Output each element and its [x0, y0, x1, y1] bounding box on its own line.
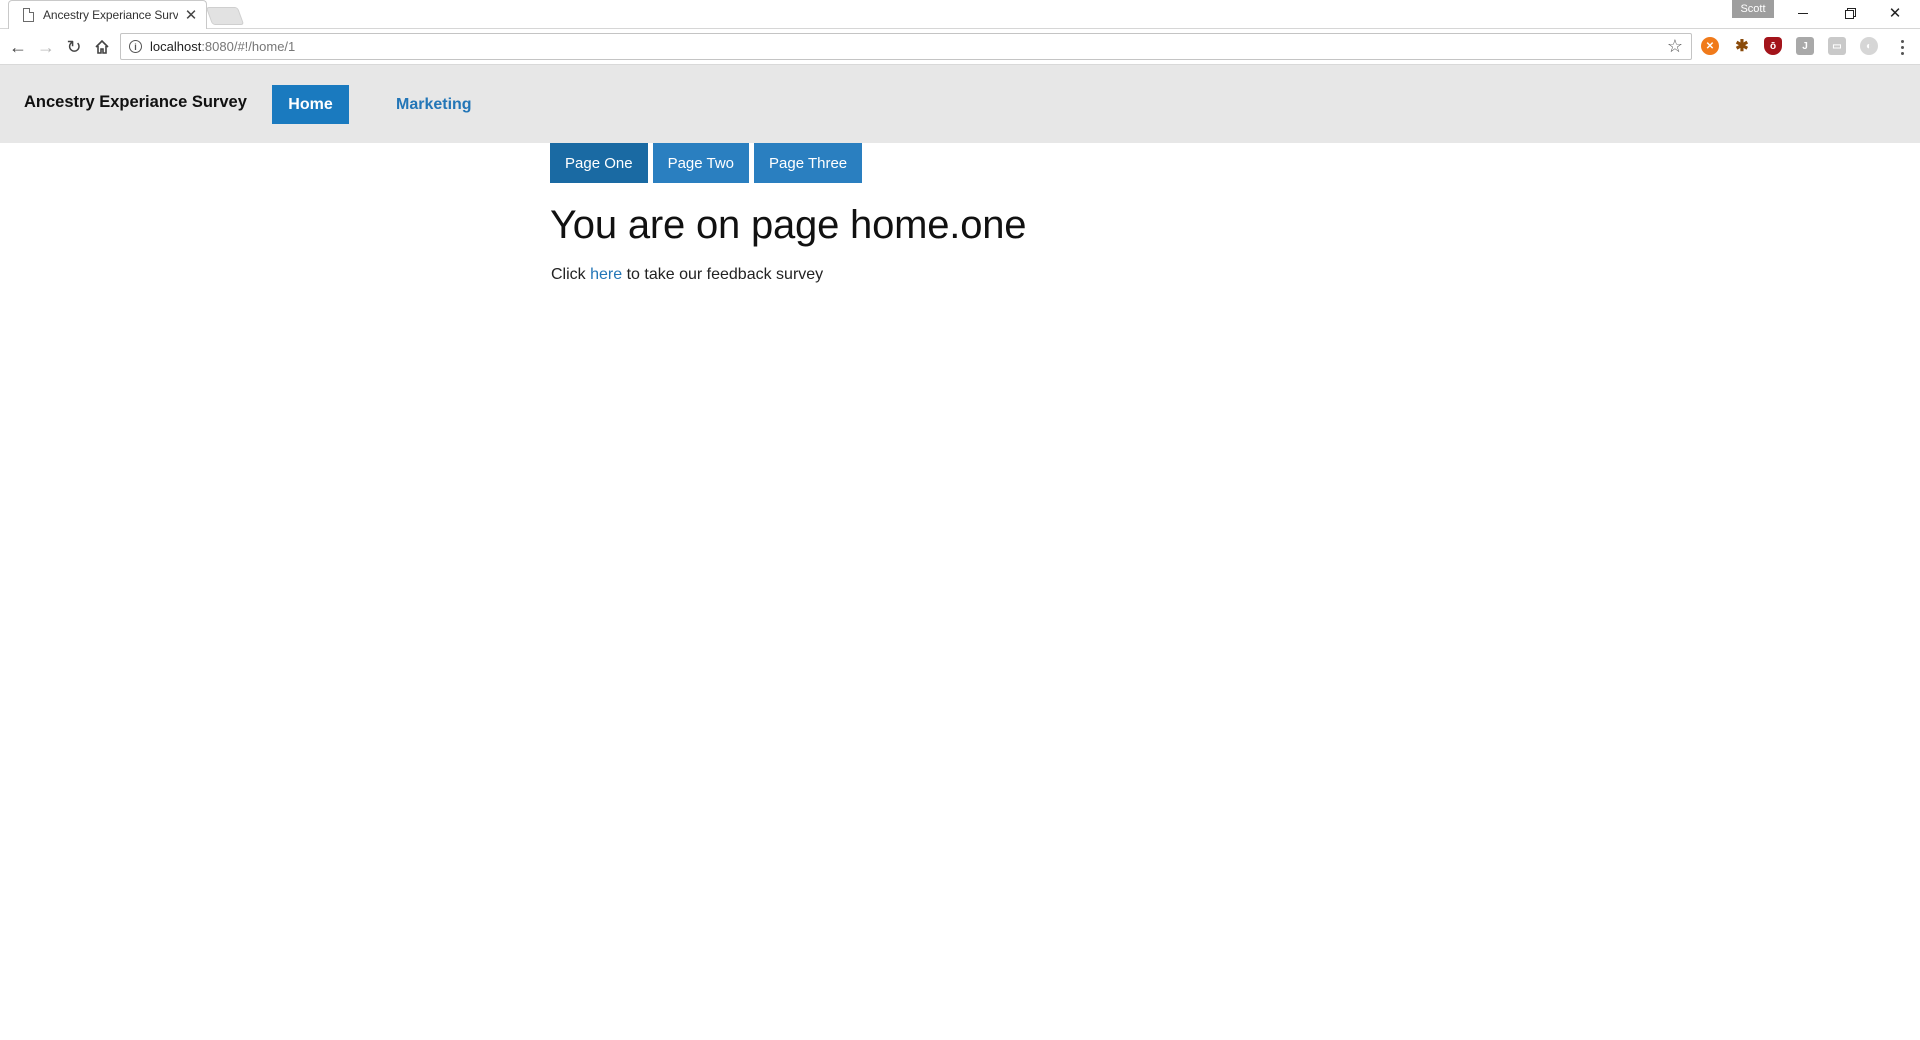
- arrow-right-icon: →: [37, 37, 55, 57]
- browser-toolbar: ← → ↻ i localhost:8080/#!/home/1 ☆: [0, 29, 1920, 65]
- minimize-icon: [1798, 12, 1808, 14]
- extension-orange-icon[interactable]: ✕: [1701, 37, 1719, 55]
- info-icon[interactable]: i: [129, 40, 142, 53]
- new-tab-button[interactable]: [205, 7, 245, 25]
- app-brand[interactable]: Ancestry Experiance Survey: [24, 93, 247, 112]
- subnav-page-three[interactable]: Page Three: [754, 143, 863, 183]
- star-icon[interactable]: ☆: [1667, 36, 1683, 57]
- page-file-icon: [23, 8, 34, 22]
- extension-grey-icon[interactable]: J: [1796, 37, 1814, 55]
- survey-prompt: Click here to take our feedback survey: [551, 266, 823, 284]
- window-close-button[interactable]: ✕: [1872, 0, 1918, 26]
- page-viewport: Ancestry Experiance Survey Home Marketin…: [0, 65, 1920, 1040]
- subnav-page-one[interactable]: Page One: [550, 143, 648, 183]
- extension-screen-icon[interactable]: ▭: [1828, 37, 1846, 55]
- kebab-menu-icon[interactable]: [1892, 36, 1912, 58]
- forward-button[interactable]: →: [34, 35, 58, 59]
- nav-marketing-link[interactable]: Marketing: [382, 85, 486, 124]
- page-title: You are on page home.one: [550, 203, 1027, 247]
- survey-prompt-prefix: Click: [551, 266, 586, 283]
- browser-tab-title: Ancestry Experiance Surv: [43, 8, 179, 22]
- restore-icon: [1844, 9, 1854, 19]
- survey-link[interactable]: here: [590, 266, 622, 283]
- browser-tabstrip: Ancestry Experiance Surv ✕ Scott ✕: [0, 0, 1920, 29]
- reload-button[interactable]: ↻: [62, 35, 86, 59]
- subnav-page-two[interactable]: Page Two: [652, 143, 750, 183]
- browser-tab-active[interactable]: Ancestry Experiance Surv ✕: [8, 0, 207, 29]
- subnav-tabs: Page One Page Two Page Three: [550, 143, 863, 183]
- window-restore-button[interactable]: [1826, 0, 1872, 26]
- app-navbar: Ancestry Experiance Survey Home Marketin…: [0, 65, 1920, 143]
- url-host: localhost: [150, 39, 202, 54]
- tab-close-icon[interactable]: ✕: [184, 8, 198, 23]
- profile-badge[interactable]: Scott: [1732, 0, 1774, 18]
- address-bar[interactable]: i localhost:8080/#!/home/1 ☆: [120, 33, 1692, 60]
- url-path: :8080/#!/home/1: [201, 39, 296, 54]
- extension-bug-icon[interactable]: ✱: [1733, 37, 1751, 55]
- nav-home-link[interactable]: Home: [272, 85, 349, 124]
- home-button[interactable]: [90, 35, 114, 59]
- back-button[interactable]: ←: [6, 35, 30, 59]
- survey-prompt-suffix: to take our feedback survey: [626, 266, 824, 283]
- reload-icon: ↻: [66, 37, 82, 57]
- close-icon: ✕: [1888, 5, 1902, 22]
- window-minimize-button[interactable]: [1780, 0, 1826, 26]
- extension-leaf-icon[interactable]: ◐: [1860, 37, 1878, 55]
- extension-shield-icon[interactable]: ō: [1764, 37, 1782, 55]
- home-icon: [95, 39, 109, 54]
- arrow-left-icon: ←: [9, 37, 27, 57]
